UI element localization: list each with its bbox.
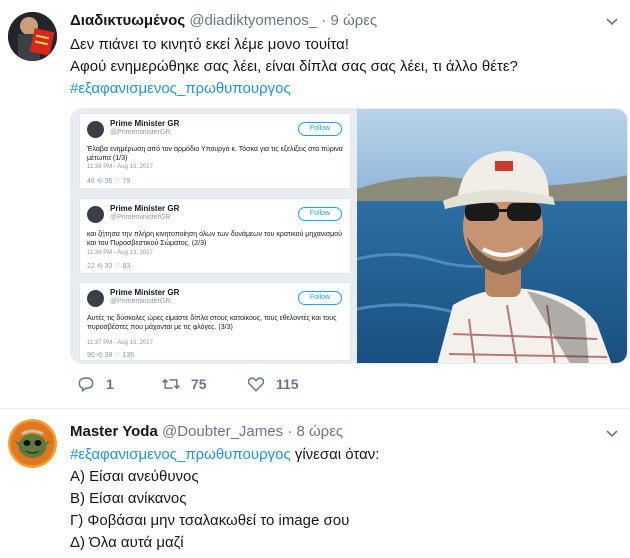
embedded-avatar (87, 290, 104, 307)
embedded-handle: @PrimeministerGR (110, 214, 171, 221)
embedded-time: 11:36 PM - Aug 13, 2017 (87, 250, 153, 256)
retweet-icon (162, 378, 180, 390)
chevron-down-icon[interactable] (606, 430, 618, 438)
tweet-line: Α) Είσαι ανεύθυνος (70, 468, 199, 485)
embedded-follow-button: Follow (298, 207, 342, 221)
reply-count: 1 (106, 376, 114, 392)
reply-action[interactable]: 1 (76, 374, 114, 394)
avatar-image (8, 12, 57, 61)
tweet-header: Master Yoda @Doubter_James · 8 ώρες (70, 423, 343, 440)
embedded-tweet: Prime Minister GR @PrimeministerGR Follo… (79, 282, 351, 361)
avatar-image (8, 419, 57, 468)
user-handle[interactable]: @Doubter_James (162, 423, 283, 440)
avatar[interactable] (8, 419, 57, 468)
embedded-text: Αυτές τις δύσκολες ώρες είμαστε δίπλα στ… (87, 315, 337, 331)
tweet-line: Δεν πιάνει το κινητό εκεί λέμε μονο τουί… (70, 36, 349, 53)
chevron-down-icon[interactable] (606, 18, 618, 26)
tweet-text: #εξαφανισμενος_πρωθυπουργος γίνεσαι όταν… (70, 444, 379, 554)
tweet-line-rest: γίνεσαι όταν: (290, 446, 380, 463)
like-action[interactable]: 115 (246, 374, 299, 394)
display-name[interactable]: Διαδικτυωμένος (70, 12, 185, 29)
embedded-time: 11:37 PM - Aug 13, 2017 (87, 340, 153, 346)
tweet-header: Διαδικτυωμένος @diadiktyomenos_ · 9 ώρες (70, 12, 377, 29)
tweet-media[interactable]: Prime Minister GR @PrimeministerGR Follo… (70, 108, 628, 364)
separator: · (287, 423, 293, 440)
embedded-avatar (87, 206, 104, 223)
tweet-text: Δεν πιάνει το κινητό εκεί λέμε μονο τουί… (70, 34, 518, 100)
embedded-name: Prime Minister GR (110, 288, 180, 297)
retweet-action[interactable]: 75 (161, 374, 207, 394)
embedded-handle: @PrimeministerGR (110, 129, 171, 136)
embedded-name: Prime Minister GR (110, 204, 180, 213)
timestamp[interactable]: 9 ώρες (330, 12, 377, 29)
embedded-text: Έλαβα ενημέρωση από τον αρμόδιο Υπουργό … (87, 146, 343, 162)
separator: · (321, 12, 327, 29)
embedded-text: και ζήτησα την πλήρη κινητοποίηση όλων τ… (87, 231, 342, 247)
tweet-line: Δ) Όλα αυτά μαζί (70, 534, 184, 551)
embedded-time: 11:36 PM - Aug 13, 2017 (87, 164, 153, 170)
avatar[interactable] (8, 12, 57, 61)
embedded-tweet: Prime Minister GR @PrimeministerGR Follo… (79, 198, 351, 274)
embedded-handle: @PrimeministerGR (110, 298, 171, 305)
timestamp[interactable]: 8 ώρες (296, 423, 343, 440)
reply-icon (78, 377, 94, 393)
hashtag-link[interactable]: #εξαφανισμενος_πρωθυπουργος (70, 446, 291, 463)
tweet-line: Αφού ενημερώθηκε σας λέει, είναι δίπλα σ… (70, 58, 518, 75)
embedded-stats: 46 ⟲ 36 ♡ 79 (87, 178, 131, 185)
tweet-line: Β) Είσαι ανίκανος (70, 490, 187, 507)
tweet-1[interactable]: Διαδικτυωμένος @diadiktyomenos_ · 9 ώρες… (0, 0, 630, 409)
embedded-stats: 22 ⟲ 33 ♡ 83 (87, 263, 131, 270)
tweet-line: Γ) Φοβάσαι μην τσαλακωθεί το image σου (70, 512, 350, 529)
like-count: 115 (276, 376, 299, 392)
embedded-follow-button: Follow (298, 291, 342, 305)
embedded-follow-button: Follow (298, 122, 342, 136)
embedded-avatar (87, 121, 104, 138)
user-handle[interactable]: @diadiktyomenos_ (189, 12, 317, 29)
hashtag-link[interactable]: #εξαφανισμενος_πρωθυπουργος (70, 78, 518, 100)
tweet-line: #εξαφανισμενος_πρωθυπουργος γίνεσαι όταν… (70, 444, 379, 466)
like-icon (247, 377, 265, 392)
tweet-actions: 1 75 115 (70, 374, 370, 396)
photo-man-in-cap (357, 109, 627, 363)
display-name[interactable]: Master Yoda (70, 423, 158, 440)
embedded-stats: 90 ⟲ 38 ♡ 135 (87, 352, 135, 359)
embedded-tweet: Prime Minister GR @PrimeministerGR Follo… (79, 113, 351, 189)
retweet-count: 75 (191, 376, 207, 392)
embedded-screenshot: Prime Minister GR @PrimeministerGR Follo… (71, 109, 357, 363)
embedded-name: Prime Minister GR (110, 119, 180, 128)
